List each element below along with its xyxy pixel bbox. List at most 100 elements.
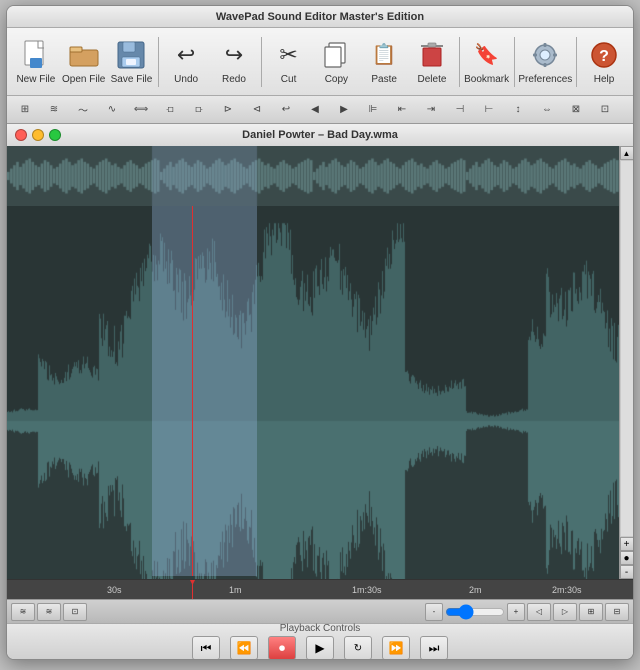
fast-forward-button[interactable]: ⏩ xyxy=(382,636,410,659)
zoom-slider[interactable] xyxy=(445,607,505,617)
scroll-zoom-mid[interactable]: ● xyxy=(620,551,634,565)
new-file-button[interactable]: New File xyxy=(13,33,59,91)
sec-btn-1[interactable]: ⊞ xyxy=(11,99,39,121)
playback-controls: ⏮ ⏪ ⏺ ▶ ↻ ⏩ ⏭ xyxy=(192,636,448,659)
delete-button[interactable]: Delete xyxy=(409,33,455,91)
undo-icon: ↩ xyxy=(170,39,202,71)
file-title: Daniel Powter – Bad Day.wma xyxy=(242,129,398,141)
bottom-btn-3[interactable]: ⊡ xyxy=(63,603,87,621)
scroll-up-button[interactable]: ▲ xyxy=(620,146,634,160)
sec-btn-17[interactable]: ⊢ xyxy=(475,99,503,121)
cut-icon: ✂ xyxy=(273,39,305,71)
separator-2 xyxy=(261,37,262,87)
redo-icon: ↪ xyxy=(218,39,250,71)
main-waveform-canvas xyxy=(7,206,619,579)
timeline-label-2m: 2m xyxy=(469,585,482,595)
separator-5 xyxy=(576,37,577,87)
skip-start-button[interactable]: ⏮ xyxy=(192,636,220,659)
sec-btn-18[interactable]: ↕ xyxy=(504,99,532,121)
zoom-out-btn[interactable]: - xyxy=(425,603,443,621)
bottom-btn-nav-4[interactable]: ⊟ xyxy=(605,603,629,621)
playback-label: Playback Controls xyxy=(280,623,361,634)
sec-btn-9[interactable]: ⊲ xyxy=(243,99,271,121)
paste-icon: 📋 xyxy=(368,39,400,71)
sec-btn-7[interactable]: ⟥ xyxy=(185,99,213,121)
scroll-track xyxy=(621,161,633,536)
paste-button[interactable]: 📋 Paste xyxy=(361,33,407,91)
bottom-btn-2[interactable]: ≋ xyxy=(37,603,61,621)
sec-btn-5[interactable]: ⟺ xyxy=(127,99,155,121)
bottom-btn-nav-3[interactable]: ⊞ xyxy=(579,603,603,621)
preferences-button[interactable]: Preferences xyxy=(518,33,572,91)
open-file-icon xyxy=(68,39,100,71)
selection-region xyxy=(152,206,257,576)
sec-btn-12[interactable]: ▶ xyxy=(330,99,358,121)
app-title: WavePad Sound Editor Master's Edition xyxy=(216,11,424,23)
sec-btn-10[interactable]: ↩ xyxy=(272,99,300,121)
timeline: 30s 1m 1m:30s 2m 2m:30s xyxy=(7,579,633,599)
new-file-icon xyxy=(20,39,52,71)
sec-btn-21[interactable]: ⊡ xyxy=(591,99,619,121)
bookmark-button[interactable]: 🔖 Bookmark xyxy=(464,33,510,91)
cut-button[interactable]: ✂ Cut xyxy=(266,33,312,91)
redo-button[interactable]: ↪ Redo xyxy=(211,33,257,91)
file-title-bar: Daniel Powter – Bad Day.wma xyxy=(7,124,633,146)
minimize-button[interactable] xyxy=(32,129,44,141)
skip-end-button[interactable]: ⏭ xyxy=(420,636,448,659)
title-bar: WavePad Sound Editor Master's Edition xyxy=(7,6,633,28)
undo-button[interactable]: ↩ Undo xyxy=(163,33,209,91)
bottom-btn-1[interactable]: ≋ xyxy=(11,603,35,621)
maximize-button[interactable] xyxy=(49,129,61,141)
sec-btn-20[interactable]: ⊠ xyxy=(562,99,590,121)
zoom-controls: - + xyxy=(425,603,525,621)
bookmark-icon: 🔖 xyxy=(471,39,503,71)
separator-1 xyxy=(158,37,159,87)
play-button[interactable]: ▶ xyxy=(306,636,334,659)
main-wave-container xyxy=(7,146,619,579)
copy-button[interactable]: Copy xyxy=(313,33,359,91)
help-button[interactable]: ? Help xyxy=(581,33,627,91)
record-button[interactable]: ⏺ xyxy=(268,636,296,659)
sec-btn-4[interactable]: ∿ xyxy=(98,99,126,121)
zoom-in-btn[interactable]: + xyxy=(507,603,525,621)
vertical-scrollbar[interactable]: ▲ + ● - xyxy=(619,146,633,579)
rewind-button[interactable]: ⏪ xyxy=(230,636,258,659)
sec-btn-13[interactable]: ⊫ xyxy=(359,99,387,121)
timeline-label-30s: 30s xyxy=(107,585,122,595)
bottom-btn-nav-1[interactable]: ◁ xyxy=(527,603,551,621)
sec-btn-2[interactable]: ≋ xyxy=(40,99,68,121)
sec-btn-16[interactable]: ⊣ xyxy=(446,99,474,121)
bottom-btn-nav-2[interactable]: ▷ xyxy=(553,603,577,621)
open-file-button[interactable]: Open File xyxy=(61,33,107,91)
sec-btn-3[interactable]: 〜 xyxy=(69,99,97,121)
save-file-icon xyxy=(115,39,147,71)
playback-cursor xyxy=(192,206,193,576)
save-file-button[interactable]: Save File xyxy=(109,33,155,91)
main-toolbar: New File Open File Save File xyxy=(7,28,633,96)
sec-btn-19[interactable]: ⇔ xyxy=(533,99,561,121)
separator-3 xyxy=(459,37,460,87)
copy-icon xyxy=(320,39,352,71)
window-controls xyxy=(15,129,61,141)
sec-btn-6[interactable]: ⟤ xyxy=(156,99,184,121)
help-icon: ? xyxy=(588,39,620,71)
sec-btn-11[interactable]: ◀ xyxy=(301,99,329,121)
playback-controls-bar: Playback Controls ⏮ ⏪ ⏺ ▶ ↻ ⏩ ⏭ xyxy=(7,623,633,659)
timeline-label-1m: 1m xyxy=(229,585,242,595)
timeline-cursor-marker xyxy=(190,580,195,585)
close-button[interactable] xyxy=(15,129,27,141)
sec-btn-15[interactable]: ⇥ xyxy=(417,99,445,121)
waveform-area[interactable]: ▲ + ● - xyxy=(7,146,633,579)
scroll-zoom-out[interactable]: - xyxy=(620,565,634,579)
scroll-zoom-in[interactable]: + xyxy=(620,537,634,551)
secondary-toolbar: ⊞ ≋ 〜 ∿ ⟺ ⟤ ⟥ ⊳ ⊲ ↩ ◀ ▶ ⊫ ⇤ ⇥ ⊣ ⊢ ↕ ⇔ ⊠ … xyxy=(7,96,633,124)
sec-btn-14[interactable]: ⇤ xyxy=(388,99,416,121)
bottom-toolbar: ≋ ≋ ⊡ - + ◁ ▷ ⊞ ⊟ xyxy=(7,599,633,623)
loop-button[interactable]: ↻ xyxy=(344,636,372,659)
sec-btn-8[interactable]: ⊳ xyxy=(214,99,242,121)
svg-text:?: ? xyxy=(599,48,609,65)
timeline-label-1m30s: 1m:30s xyxy=(352,585,382,595)
app-window: WavePad Sound Editor Master's Edition Ne… xyxy=(6,5,634,660)
preferences-icon xyxy=(529,39,561,71)
separator-4 xyxy=(514,37,515,87)
